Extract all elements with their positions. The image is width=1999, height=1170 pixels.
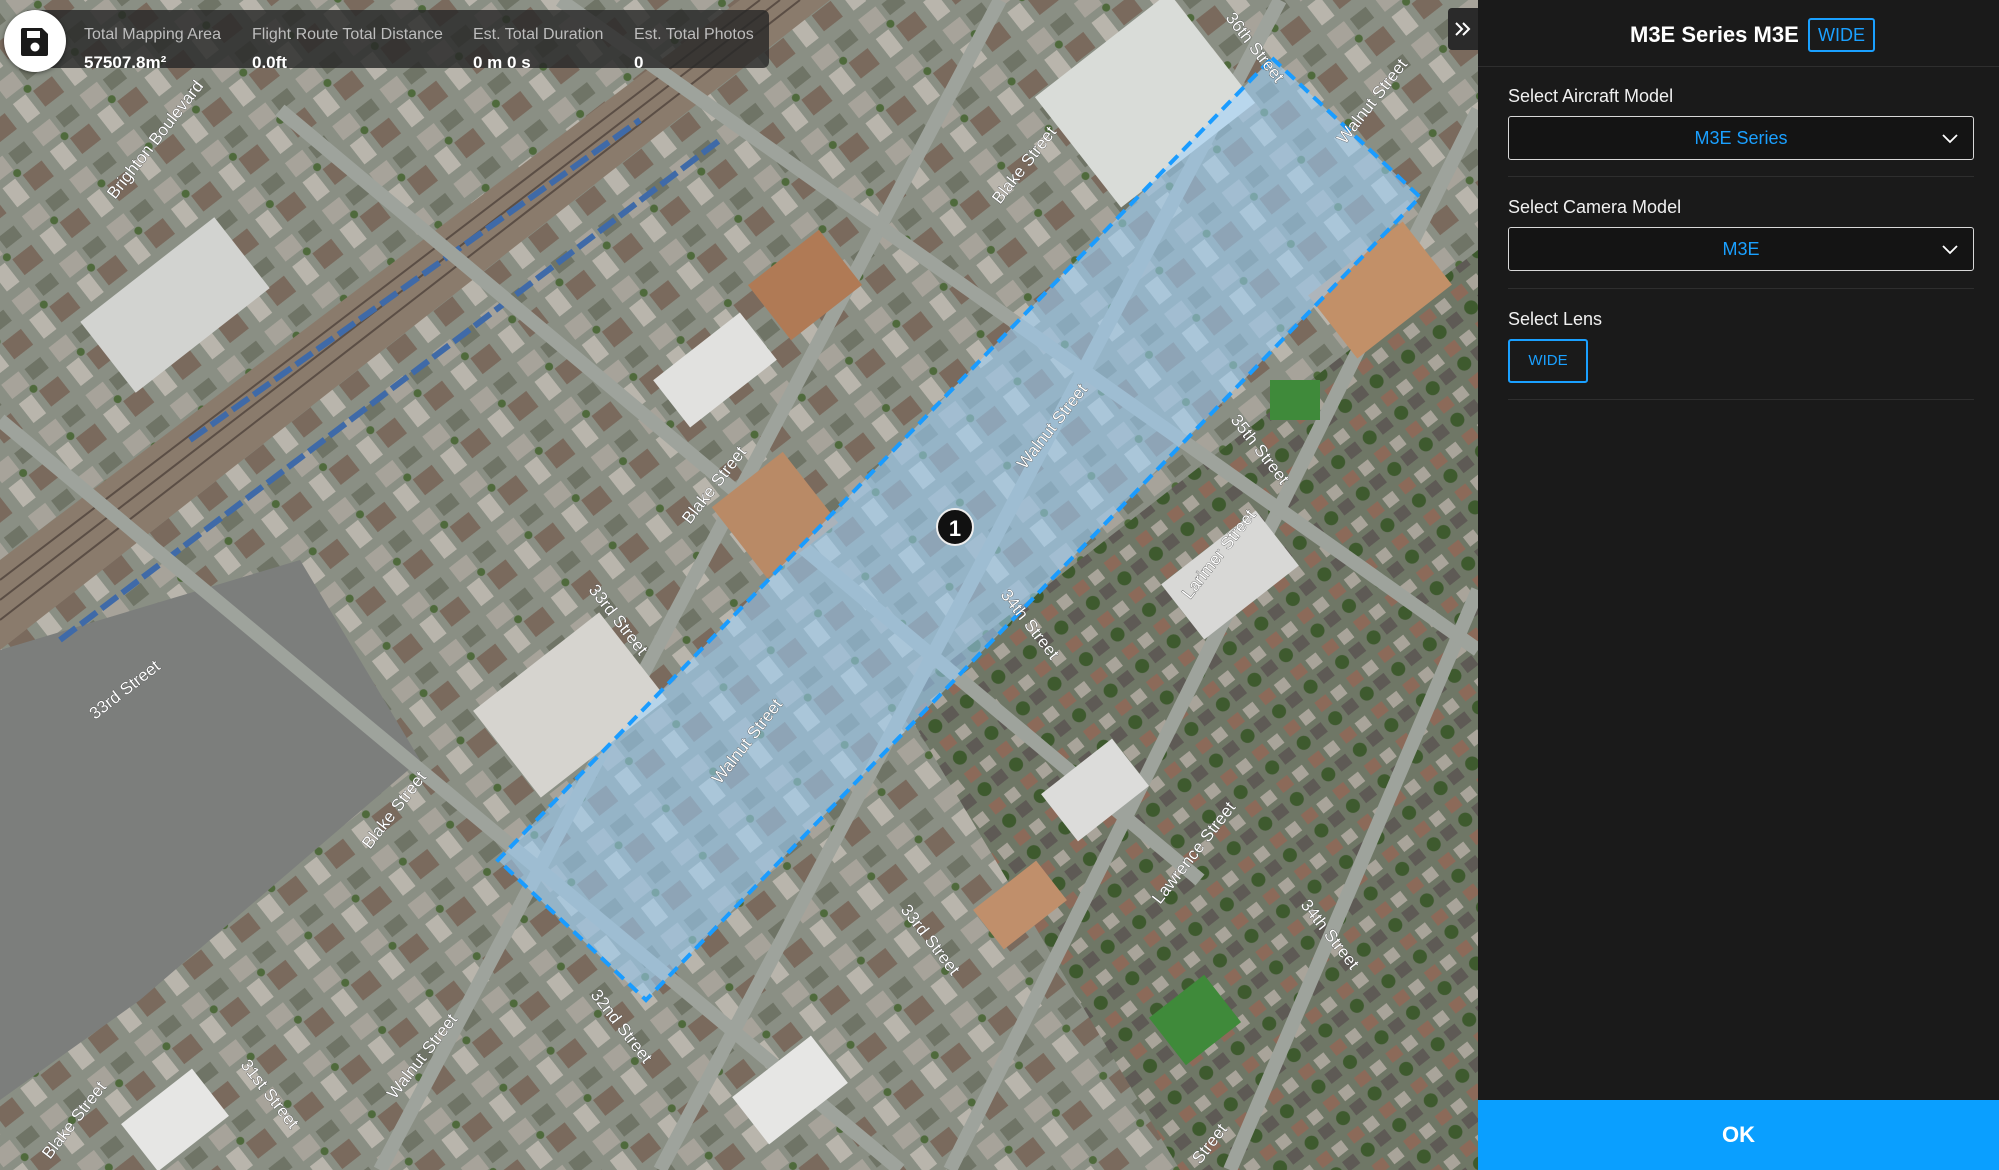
mission-stats-bar: Total Mapping Area 57507.8m² Flight Rout… <box>24 10 769 72</box>
collapse-panel-button[interactable] <box>1448 8 1478 50</box>
save-icon <box>21 28 48 56</box>
divider <box>1508 288 1974 289</box>
stat-value: 57507.8m² <box>84 53 167 72</box>
camera-model-select[interactable]: M3E <box>1508 227 1974 271</box>
lens-label: Select Lens <box>1508 309 1603 329</box>
divider <box>1508 176 1974 177</box>
map-view[interactable]: 36th Street Walnut Street Blake Street 3… <box>0 0 1478 1170</box>
camera-model-value: M3E <box>1722 239 1760 259</box>
stat-value: 0 m 0 s <box>473 53 531 72</box>
stat-route-distance: Flight Route Total Distance 0.0ft <box>252 26 443 73</box>
stat-total-area: Total Mapping Area 57507.8m² <box>84 26 221 73</box>
aircraft-model-label: Select Aircraft Model <box>1508 86 1674 106</box>
ok-button[interactable]: OK <box>1478 1100 1999 1170</box>
panel-title: M3E Series M3E <box>1630 22 1799 47</box>
stat-label: Flight Route Total Distance <box>252 26 443 43</box>
waypoint-marker[interactable]: 1 <box>936 508 974 546</box>
divider <box>1508 399 1974 400</box>
stat-label: Est. Total Duration <box>473 26 604 43</box>
double-chevron-right-icon <box>1455 22 1471 36</box>
stat-value: 0.0ft <box>252 53 287 72</box>
camera-model-label: Select Camera Model <box>1508 197 1682 217</box>
chevron-down-icon <box>1942 134 1958 144</box>
stat-value: 0 <box>634 53 644 72</box>
lens-option-wide[interactable]: WIDE <box>1508 339 1588 383</box>
aircraft-model-select[interactable]: M3E Series <box>1508 116 1974 160</box>
settings-panel: M3E Series M3E WIDE Select Aircraft Mode… <box>1478 0 1999 1170</box>
chevron-down-icon <box>1942 245 1958 255</box>
satellite-map: 36th Street Walnut Street Blake Street 3… <box>0 0 1478 1170</box>
lens-badge: WIDE <box>1808 18 1875 52</box>
stat-label: Total Mapping Area <box>84 26 221 43</box>
save-button[interactable] <box>4 10 66 72</box>
stat-label: Est. Total Photos <box>634 26 754 43</box>
stat-photos: Est. Total Photos 0 <box>634 26 754 73</box>
stat-duration: Est. Total Duration 0 m 0 s <box>473 26 603 73</box>
panel-header: M3E Series M3E WIDE <box>1478 0 1999 67</box>
aircraft-model-value: M3E Series <box>1694 128 1788 148</box>
